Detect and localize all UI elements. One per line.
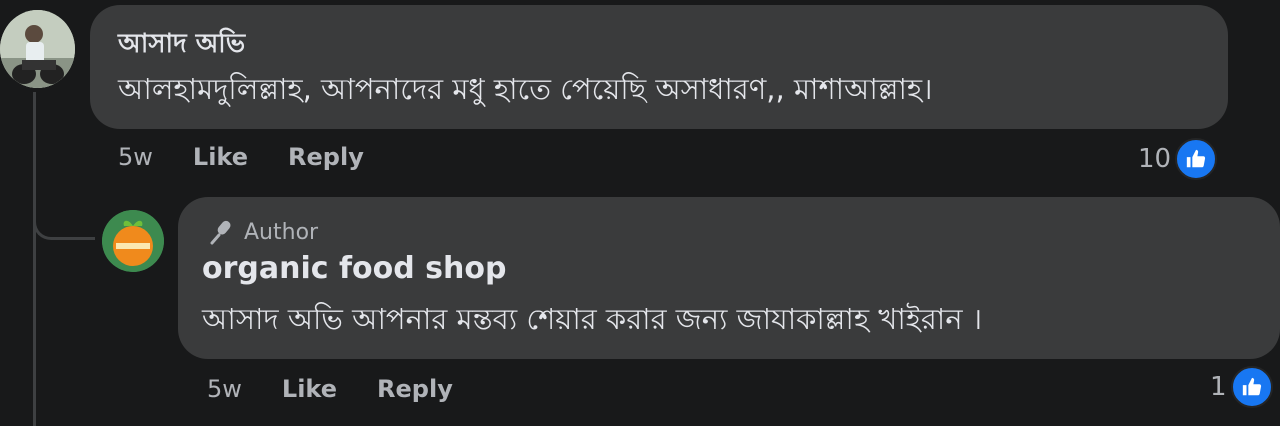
avatar[interactable] xyxy=(102,210,164,272)
microphone-icon xyxy=(210,220,231,245)
reaction-count: 10 xyxy=(1138,144,1172,174)
author-badge: Author xyxy=(206,217,318,247)
reply-button[interactable]: Reply xyxy=(377,375,453,403)
author-badge-label: Author xyxy=(244,219,319,245)
reply-actions: 5w Like Reply xyxy=(207,375,493,403)
like-icon xyxy=(1230,366,1273,408)
reply-timestamp[interactable]: 5w xyxy=(207,375,242,403)
like-icon xyxy=(1175,138,1218,180)
reply-button[interactable]: Reply xyxy=(288,143,364,171)
reply-text: আসাদ অভি আপনার মন্তব্য শেয়ার করার জন্য … xyxy=(202,302,983,336)
comment-timestamp[interactable]: 5w xyxy=(118,143,153,171)
like-button[interactable]: Like xyxy=(282,375,337,403)
reaction-count: 1 xyxy=(1210,372,1227,402)
like-button[interactable]: Like xyxy=(193,143,248,171)
thread-line xyxy=(33,92,36,426)
thread-branch-line xyxy=(33,200,95,240)
comment-actions: 5w Like Reply xyxy=(118,143,404,171)
comment-author-name[interactable]: আসাদ অভি xyxy=(118,23,245,67)
avatar-photo xyxy=(0,10,75,88)
avatar[interactable] xyxy=(0,10,75,88)
shop-logo xyxy=(102,210,164,272)
reaction-summary[interactable]: 1 xyxy=(1210,366,1273,408)
comment-bubble: আসাদ অভি আলহামদুলিল্লাহ, আপনাদের মধু হাত… xyxy=(90,5,1228,129)
comment-thread: আসাদ অভি আলহামদুলিল্লাহ, আপনাদের মধু হাত… xyxy=(0,0,1280,426)
comment-text: আলহামদুলিল্লাহ, আপনাদের মধু হাতে পেয়েছি… xyxy=(118,72,933,106)
reply-author-name[interactable]: organic food shop xyxy=(202,251,506,286)
reply-bubble: Author organic food shop আসাদ অভি আপনার … xyxy=(178,197,1280,359)
reaction-summary[interactable]: 10 xyxy=(1138,138,1218,180)
